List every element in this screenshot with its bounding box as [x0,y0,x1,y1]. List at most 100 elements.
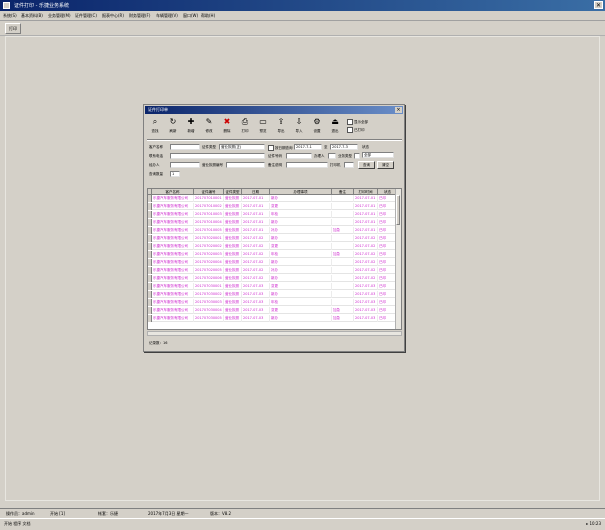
menu-item-window[interactable]: 窗口(W) [183,13,198,19]
table-cell: 乐捷汽车服务有限公司 [152,299,194,306]
table-cell: 营业执照 [224,251,242,258]
table-row[interactable]: 乐捷汽车服务有限公司 201707030005 营业执照 2017-07-03 新办 加急… [148,315,398,322]
tool-button-import[interactable]: ⇩ 导入 [291,116,307,137]
count-field[interactable]: 1 [170,171,180,177]
phone-field[interactable] [170,153,265,159]
tool-button-delete[interactable]: ✖ 删除 [219,116,235,137]
menu-item-finance[interactable]: 财务管理(F) [129,13,150,19]
table-cell: 加急 [332,227,354,234]
menu-item-certificate[interactable]: 证件管理(C) [75,13,97,19]
app-title: 证件打印 - 乐捷业务系统 [14,3,69,9]
table-cell: 201707030003 [194,299,224,306]
table-cell: 变更 [270,203,332,210]
table-row[interactable]: 乐捷汽车服务有限公司 201707010001 营业执照 2017-07-01 新办 20… [148,195,398,202]
date-from-picker[interactable]: 2017-7-1 [294,144,322,150]
remark-label: 备注说明 [268,163,282,167]
table-cell: 2017-07-03 [242,299,270,306]
table-cell: 加急 [332,251,354,258]
tool-button-exit[interactable]: ⏏ 退出 [327,116,343,137]
table-row[interactable]: 乐捷汽车服务有限公司 201707030004 营业执照 2017-07-03 变更 加急… [148,307,398,314]
cert-type-select[interactable]: 营业执照(正) [219,144,265,150]
table-row[interactable]: 乐捷汽车服务有限公司 201707010002 营业执照 2017-07-01 变更 20… [148,203,398,210]
menu-item-system[interactable]: 系统(S) [3,13,17,19]
vertical-scrollbar[interactable] [395,189,401,329]
table-cell: 年检 [270,211,332,218]
date-to-picker[interactable]: 2017-7-3 [330,144,358,150]
search-icon: ⌕ [152,117,158,126]
tool-label: 修改 [205,129,213,133]
tool-label: 预览 [259,129,267,133]
scroll-thumb[interactable] [396,195,400,225]
table-cell: 2017-07-02 [354,267,378,274]
handler-field[interactable] [328,153,336,159]
table-cell: 2017-07-01 [242,195,270,202]
table-row[interactable]: 乐捷汽车服务有限公司 201707020001 营业执照 2017-07-02 新办 20… [148,235,398,242]
printer-field[interactable] [344,162,354,168]
table-cell: 新办 [270,219,332,226]
customer-label: 客户名称 [149,145,163,149]
table-cell: 201707010004 [194,219,224,226]
operator-field[interactable] [170,162,200,168]
menu-item-basic[interactable]: 基本资料(B) [21,13,43,19]
menu-item-vehicle[interactable]: 车辆管理(V) [156,13,178,19]
start-menu[interactable]: 开始 程序 文档 [4,521,31,527]
table-row[interactable]: 乐捷汽车服务有限公司 201707010005 营业执照 2017-07-01 补办 加急… [148,227,398,234]
table-cell: 201707030005 [194,315,224,322]
table-row[interactable]: 乐捷汽车服务有限公司 201707020005 营业执照 2017-07-02 补办 20… [148,267,398,274]
table-cell [332,211,354,218]
table-row[interactable]: 乐捷汽车服务有限公司 201707020006 营业执照 2017-07-02 新办 20… [148,275,398,282]
table-row[interactable]: 乐捷汽车服务有限公司 201707010003 营业执照 2017-07-01 年检 20… [148,211,398,218]
preview-icon: ▭ [259,117,267,126]
tool-button-preview[interactable]: ▭ 预览 [255,116,271,137]
status-select[interactable]: 全部 [362,152,394,158]
table-row[interactable]: 乐捷汽车服务有限公司 201707030001 营业执照 2017-07-03 变更 20… [148,283,398,290]
table-row[interactable]: 乐捷汽车服务有限公司 201707010004 营业执照 2017-07-01 新办 20… [148,219,398,226]
table-cell: 变更 [270,243,332,250]
clear-button[interactable]: 清空 [377,161,394,169]
customer-field[interactable] [170,144,200,150]
menu-item-help[interactable]: 帮助(H) [201,13,215,19]
date-query-checkbox[interactable]: 按日期查询 [268,145,293,151]
query-button[interactable]: 查询 [358,161,375,169]
table-row[interactable]: 乐捷汽车服务有限公司 201707020002 营业执照 2017-07-02 变更 20… [148,243,398,250]
info-account: 帐套：乐捷 [98,511,118,516]
print-toolbar-button[interactable]: 打印 [5,23,21,34]
tool-button-settings[interactable]: ⚙ 设置 [309,116,325,137]
cert-no-field[interactable] [286,153,312,159]
tool-button-edit[interactable]: ✎ 修改 [201,116,217,137]
table-cell: 2017-07-02 [242,259,270,266]
table-cell: 营业执照 [224,219,242,226]
close-icon[interactable]: ✕ [594,1,603,9]
table-cell: 201707020006 [194,275,224,282]
tool-button-refresh[interactable]: ↻ 刷新 [165,116,181,137]
cert-type-label: 证件类型 [202,145,216,149]
menu-item-report[interactable]: 报表中心(R) [102,13,124,19]
table-cell: 营业执照 [224,283,242,290]
tool-button-export[interactable]: ⇪ 导出 [273,116,289,137]
show-all-checkbox[interactable]: 显示全部 [347,119,368,125]
table-cell [332,235,354,242]
table-cell: 变更 [270,307,332,314]
license-no-field[interactable] [226,162,265,168]
dialog-close-icon[interactable]: × [395,107,402,113]
table-row[interactable]: 乐捷汽车服务有限公司 201707030003 营业执照 2017-07-03 年检 20… [148,299,398,306]
table-cell: 2017-07-02 [242,251,270,258]
toolbar-divider [147,139,402,141]
tool-button-add[interactable]: ✚ 新增 [183,116,199,137]
tool-button-print[interactable]: ⎙ 打印 [237,116,253,137]
table-row[interactable]: 乐捷汽车服务有限公司 201707030002 营业执照 2017-07-03 新办 20… [148,291,398,298]
table-row[interactable]: 乐捷汽车服务有限公司 201707020003 营业执照 2017-07-02 年检 加急… [148,251,398,258]
tool-button-search[interactable]: ⌕ 查找 [147,116,163,137]
table-cell: 2017-07-03 [242,307,270,314]
table-cell: 201707020004 [194,259,224,266]
table-row[interactable]: 乐捷汽车服务有限公司 201707020004 营业执照 2017-07-02 新办 20… [148,259,398,266]
table-cell: 乐捷汽车服务有限公司 [152,227,194,234]
table-cell [332,219,354,226]
horizontal-scrollbar[interactable] [147,331,402,336]
menu-item-business[interactable]: 业务管理(M) [48,13,71,19]
biz-type-field[interactable] [354,153,360,159]
table-cell [332,259,354,266]
printed-checkbox[interactable]: 已打印 [347,127,365,133]
remark-field[interactable] [286,162,328,168]
table-cell: 201707010005 [194,227,224,234]
